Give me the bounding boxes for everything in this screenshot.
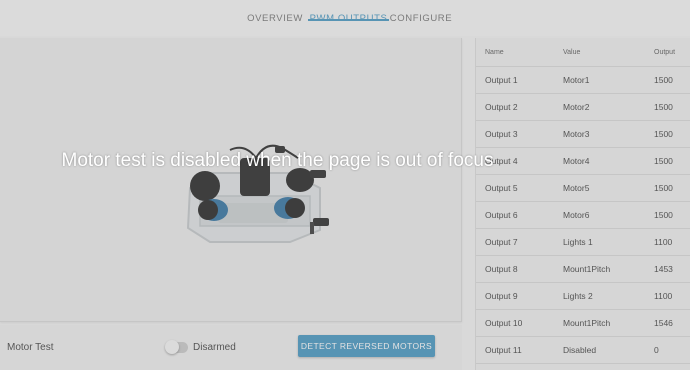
- focus-lost-message: Motor test is disabled when the page is …: [61, 150, 494, 171]
- focus-lost-overlay: Motor test is disabled when the page is …: [0, 0, 690, 370]
